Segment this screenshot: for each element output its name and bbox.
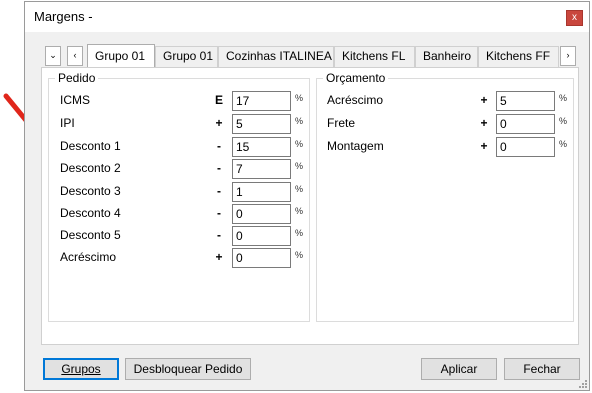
desconto-5-field[interactable]: [232, 226, 291, 246]
orcamento-legend: Orçamento: [323, 71, 389, 85]
desconto-5-label: Desconto 5: [60, 228, 121, 242]
desconto-5-unit: %: [295, 228, 304, 238]
desconto-3-operator: -: [217, 184, 221, 198]
montagem-unit: %: [559, 139, 568, 149]
tab-kitchens-fl[interactable]: Kitchens FL: [334, 46, 415, 67]
ipi-label: IPI: [60, 116, 75, 130]
fechar-button[interactable]: Fechar: [504, 358, 580, 380]
icms-label: ICMS: [60, 93, 90, 107]
desbloquear-pedido-button[interactable]: Desbloquear Pedido: [125, 358, 251, 380]
desconto-4-operator: -: [217, 206, 221, 220]
frete-unit: %: [559, 116, 568, 126]
title-bar: Margens - x: [25, 2, 589, 32]
desconto-1-unit: %: [295, 139, 304, 149]
acrescimo-pedido-unit: %: [295, 250, 304, 260]
acrescimo-pedido-operator: +: [215, 250, 223, 264]
icms-operator: E: [214, 93, 223, 107]
desconto-4-label: Desconto 4: [60, 206, 121, 220]
desconto-5-operator: -: [217, 228, 221, 242]
desconto-2-unit: %: [295, 161, 304, 171]
tab-grupo-01[interactable]: Grupo 01: [155, 46, 218, 67]
tab-scroll-right-button[interactable]: ›: [560, 46, 576, 66]
tab-scroll-left-button[interactable]: ‹: [67, 46, 83, 66]
acrescimo-orcamento-label: Acréscimo: [327, 93, 384, 107]
pedido-group: Pedido ICMS E % IPI + % Desconto 1 - % D…: [48, 71, 310, 322]
ipi-unit: %: [295, 116, 304, 126]
grupos-button[interactable]: Grupos: [43, 358, 119, 380]
desconto-3-unit: %: [295, 184, 304, 194]
acrescimo-orcamento-unit: %: [559, 93, 568, 103]
frete-field[interactable]: [496, 114, 555, 134]
frete-operator: +: [480, 116, 488, 130]
ipi-field[interactable]: [232, 114, 291, 134]
desconto-4-unit: %: [295, 206, 304, 216]
close-button[interactable]: x: [566, 10, 583, 26]
tab-banheiro[interactable]: Banheiro: [415, 46, 478, 67]
tab-kitchens-ff[interactable]: Kitchens FF: [478, 46, 559, 67]
tab-cozinhas-italinea[interactable]: Cozinhas ITALINEA: [218, 46, 334, 67]
desconto-1-field[interactable]: [232, 137, 291, 157]
desconto-1-label: Desconto 1: [60, 139, 121, 153]
resize-grip-icon[interactable]: [577, 378, 587, 388]
montagem-label: Montagem: [327, 139, 384, 153]
desconto-2-operator: -: [217, 161, 221, 175]
desconto-2-field[interactable]: [232, 159, 291, 179]
tab-list-dropdown-button[interactable]: ⌄: [45, 46, 61, 66]
desconto-3-label: Desconto 3: [60, 184, 121, 198]
pedido-legend: Pedido: [55, 71, 99, 85]
aplicar-button[interactable]: Aplicar: [421, 358, 497, 380]
ipi-operator: +: [215, 116, 223, 130]
montagem-operator: +: [480, 139, 488, 153]
tab-panel: Pedido ICMS E % IPI + % Desconto 1 - % D…: [41, 67, 579, 345]
montagem-field[interactable]: [496, 137, 555, 157]
acrescimo-orcamento-operator: +: [480, 93, 488, 107]
frete-label: Frete: [327, 116, 356, 130]
desconto-4-field[interactable]: [232, 204, 291, 224]
window-title: Margens -: [34, 9, 93, 24]
orcamento-group: Orçamento Acréscimo + % Frete + % Montag…: [316, 71, 574, 322]
tab-grupo-01-active[interactable]: Grupo 01: [87, 44, 155, 67]
desconto-3-field[interactable]: [232, 182, 291, 202]
grupos-button-label: Grupos: [61, 362, 101, 376]
icms-unit: %: [295, 93, 304, 103]
desconto-1-operator: -: [217, 139, 221, 153]
acrescimo-pedido-field[interactable]: [232, 248, 291, 268]
desconto-2-label: Desconto 2: [60, 161, 121, 175]
icms-field[interactable]: [232, 91, 291, 111]
acrescimo-orcamento-field[interactable]: [496, 91, 555, 111]
margens-dialog: Margens - x ⌄ ‹ Grupo 01 Grupo 01 Cozinh…: [24, 1, 590, 391]
acrescimo-pedido-label: Acréscimo: [60, 250, 117, 264]
